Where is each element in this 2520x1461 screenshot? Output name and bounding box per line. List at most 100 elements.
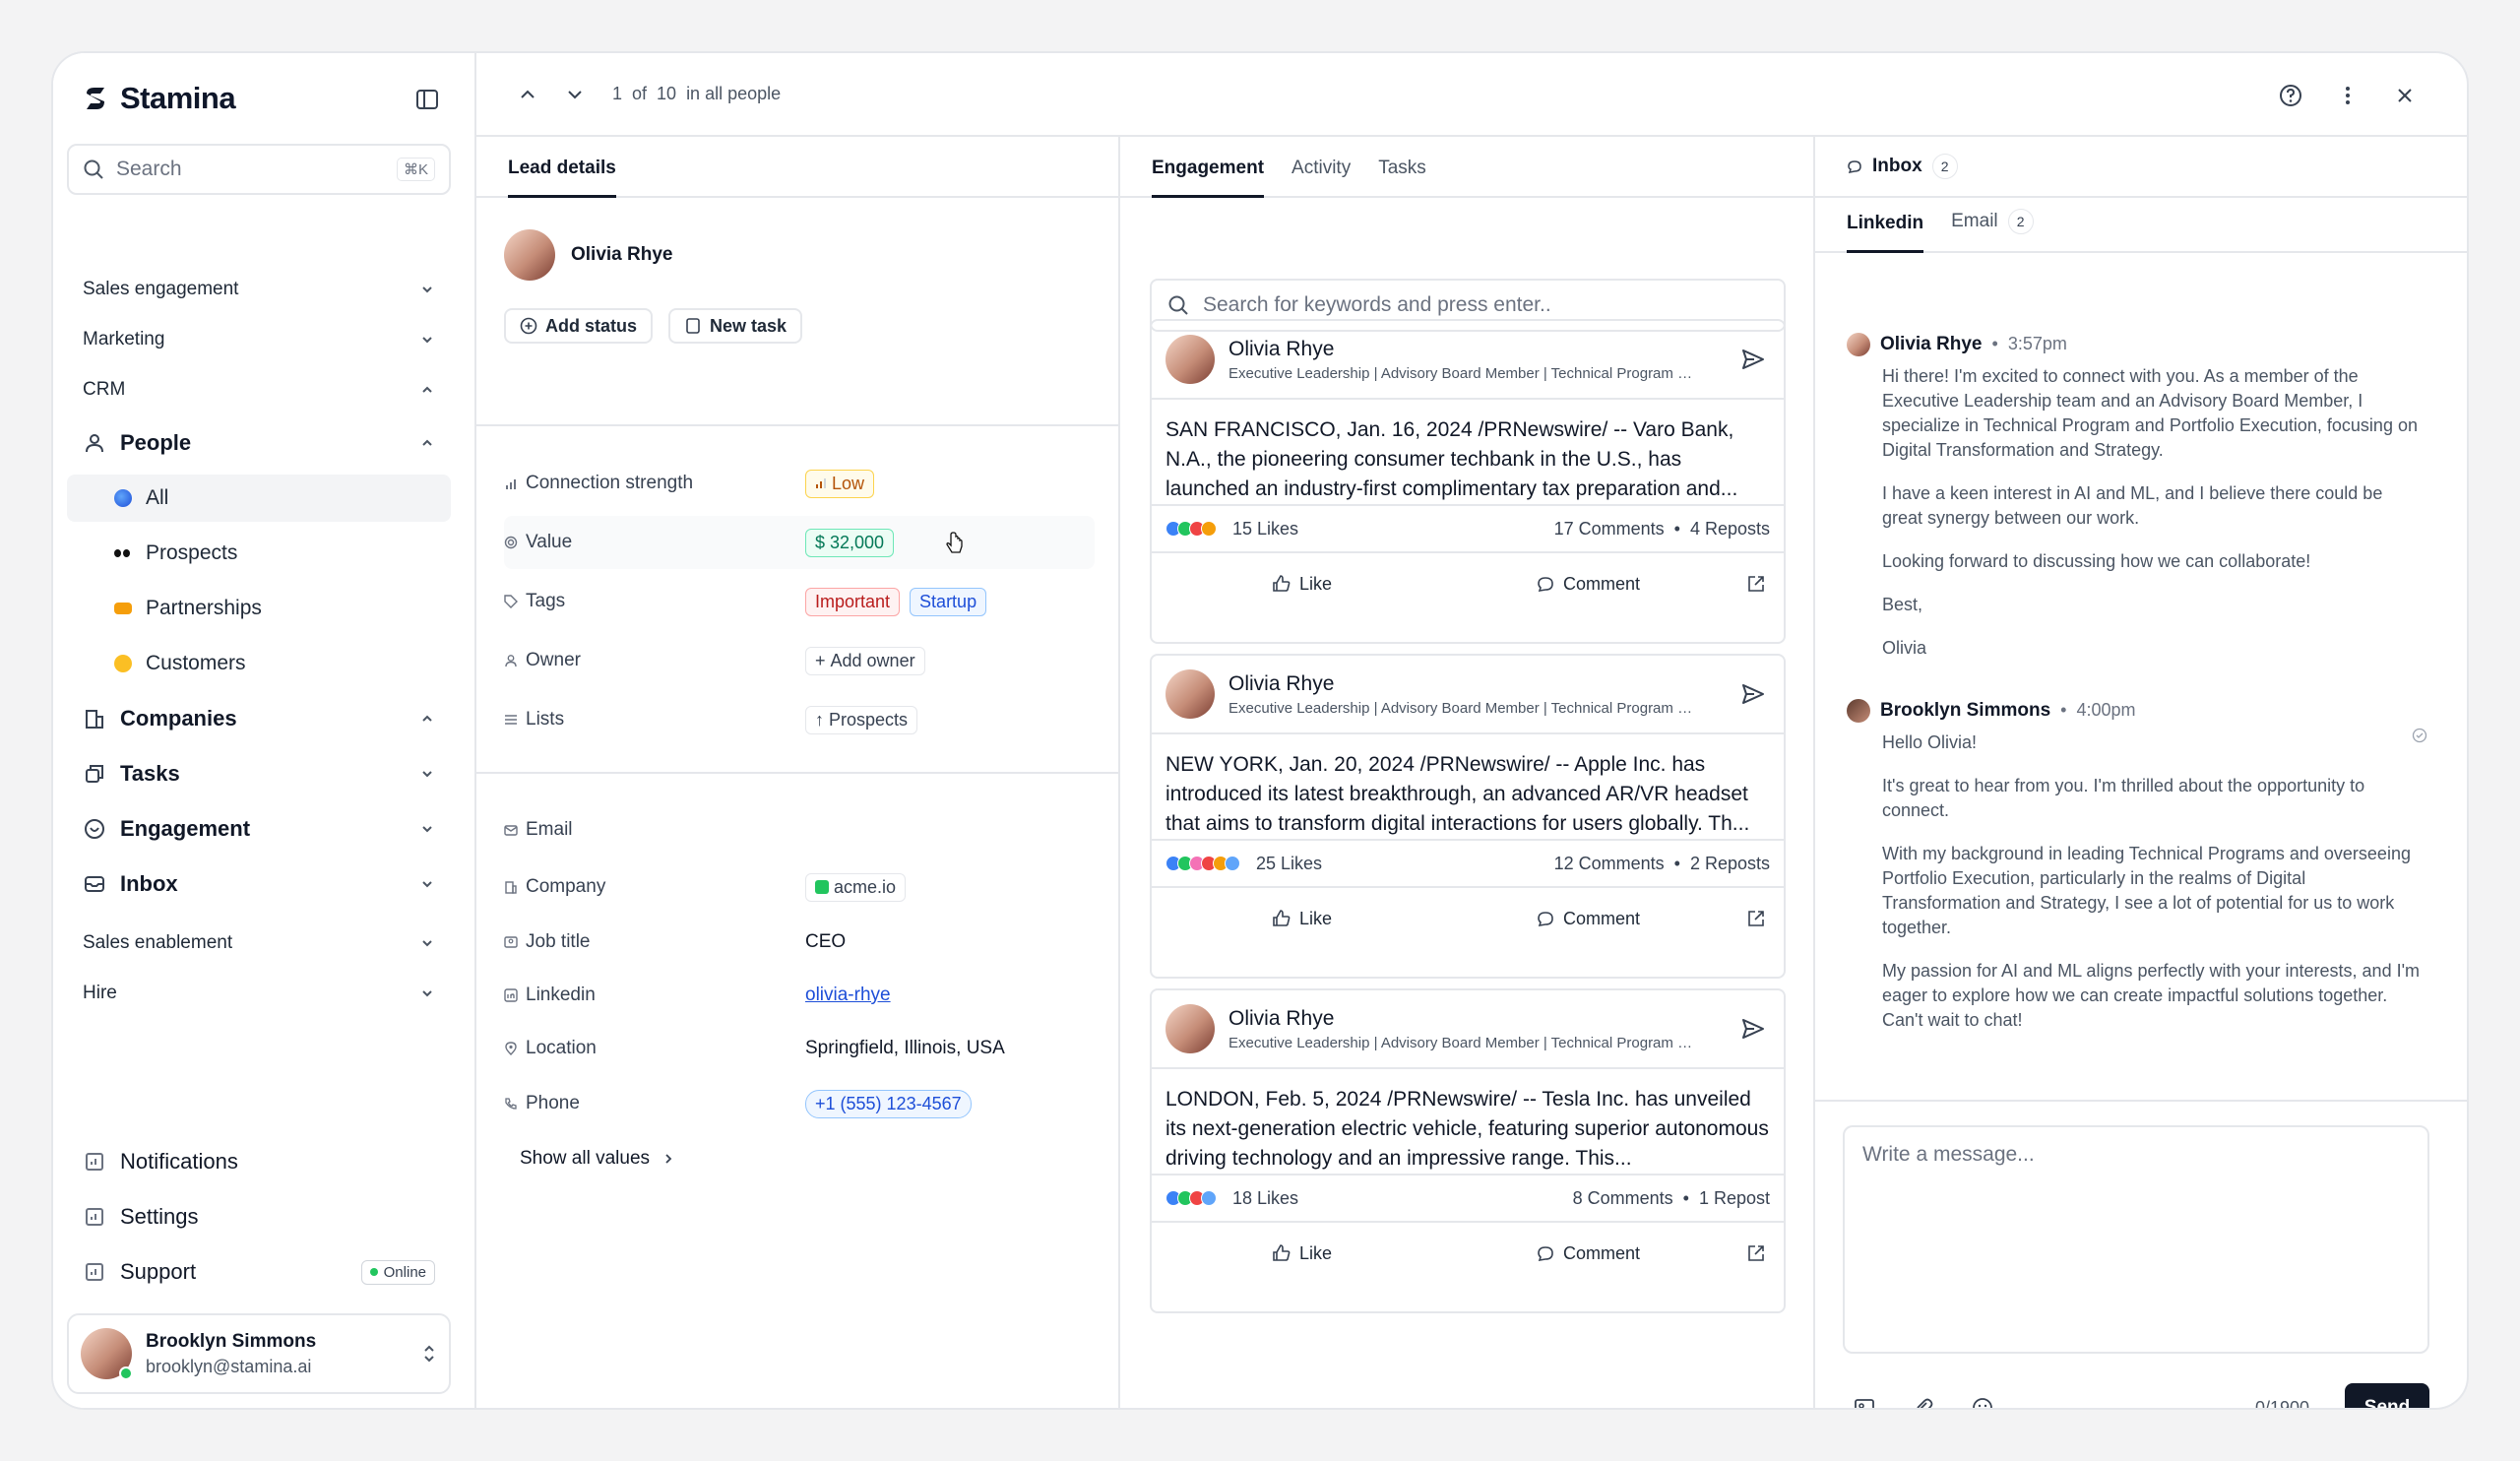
image-icon[interactable]: [1853, 1396, 1876, 1410]
field-value[interactable]: $ 32,000: [805, 528, 895, 557]
tab-tasks[interactable]: Tasks: [1378, 158, 1426, 198]
chevron-down-icon: [422, 990, 432, 997]
tab-activity[interactable]: Activity: [1292, 158, 1351, 198]
comment-button[interactable]: Comment: [1536, 1243, 1640, 1264]
sidebar-item-customers[interactable]: Customers: [67, 640, 451, 687]
sidebar-item-settings[interactable]: Settings: [67, 1193, 451, 1240]
sidebar-search[interactable]: Search ⌘K: [67, 144, 451, 195]
chevron-up-icon[interactable]: [518, 85, 537, 104]
like-button[interactable]: Like: [1272, 574, 1332, 595]
tab-engagement[interactable]: Engagement: [1152, 158, 1265, 198]
chevron-down-icon: [422, 826, 432, 833]
external-link-icon[interactable]: [1746, 1243, 1766, 1263]
comment-icon: [1538, 1246, 1553, 1262]
tab-linkedin[interactable]: Linkedin: [1847, 213, 1924, 253]
tag-icon: [504, 595, 518, 608]
comment-button[interactable]: Comment: [1536, 574, 1640, 595]
lead-actions: Add status New task: [504, 308, 803, 344]
external-link-icon[interactable]: [1746, 909, 1766, 928]
tab-label: Linkedin: [1847, 213, 1924, 233]
chevron-up-down-icon[interactable]: [421, 1342, 437, 1366]
sidebar-item-sales-engagement[interactable]: Sales engagement: [67, 266, 451, 313]
post-reposts[interactable]: 4 Reposts: [1690, 519, 1770, 540]
sidebar-item-crm[interactable]: CRM: [67, 366, 451, 413]
field-label-text: Linkedin: [526, 985, 596, 1005]
post-comments[interactable]: 17 Comments: [1554, 519, 1665, 540]
post-header: Olivia Rhye Executive Leadership | Advis…: [1152, 656, 1784, 734]
app-name: Stamina: [120, 81, 236, 115]
message-brooklyn: Brooklyn Simmons • 4:00pm Hello Olivia! It…: [1847, 698, 2427, 1051]
like-button[interactable]: Like: [1272, 909, 1332, 929]
post-reposts[interactable]: 2 Reposts: [1690, 854, 1770, 874]
field-value[interactable]: Low: [805, 469, 875, 498]
company-logo-icon: [815, 880, 829, 894]
linkedin-link[interactable]: olivia-rhye: [805, 985, 891, 1006]
post-likes[interactable]: 18 Likes: [1232, 1188, 1298, 1209]
send-icon[interactable]: [1740, 1016, 1766, 1042]
job-title-value: CEO: [805, 931, 847, 952]
id-card-icon: [504, 936, 518, 948]
sidebar-item-tasks[interactable]: Tasks: [67, 750, 451, 797]
help-icon[interactable]: [2278, 83, 2303, 108]
post-body: SAN FRANCISCO, Jan. 16, 2024 /PRNewswire…: [1152, 400, 1784, 506]
emoji-icon[interactable]: [1971, 1396, 1994, 1410]
sidebar-item-engagement[interactable]: Engagement: [67, 805, 451, 853]
company-badge-label: acme.io: [834, 876, 897, 897]
sidebar-item-people[interactable]: People: [67, 419, 451, 467]
like-button[interactable]: Like: [1272, 1243, 1332, 1264]
inbox-icon: [85, 876, 104, 892]
add-status-button[interactable]: Add status: [504, 308, 654, 344]
show-all-values-button[interactable]: Show all values: [520, 1132, 1110, 1185]
value-badge[interactable]: $ 32,000: [805, 528, 895, 557]
close-icon[interactable]: [2392, 83, 2418, 108]
sidebar-item-companies[interactable]: Companies: [67, 695, 451, 742]
sidebar-collapse-icon[interactable]: [413, 86, 441, 113]
more-vertical-icon[interactable]: [2335, 83, 2361, 108]
list-badge[interactable]: ↑ Prospects: [805, 705, 918, 734]
send-button[interactable]: Send: [2345, 1383, 2429, 1408]
message-paragraph: With my background in leading Technical …: [1882, 844, 2411, 937]
search-placeholder: Search: [116, 158, 182, 180]
tag-badge[interactable]: Startup: [910, 587, 987, 616]
post-reposts[interactable]: 1 Repost: [1699, 1188, 1770, 1209]
message-paragraph: My passion for AI and ML aligns perfectl…: [1882, 961, 2421, 1030]
status-badge: Online: [360, 1259, 435, 1285]
sidebar-item-all[interactable]: All: [67, 475, 451, 522]
tab-lead-details[interactable]: Lead details: [508, 158, 616, 198]
comment-button[interactable]: Comment: [1536, 909, 1640, 929]
external-link-icon[interactable]: [1746, 574, 1766, 594]
new-task-button[interactable]: New task: [668, 308, 803, 344]
sidebar-item-notifications[interactable]: Notifications: [67, 1138, 451, 1185]
sidebar-item-partnerships[interactable]: Partnerships: [67, 585, 451, 632]
post-comments[interactable]: 12 Comments: [1554, 854, 1665, 874]
user-icon: [505, 655, 517, 667]
sidebar-item-inbox[interactable]: Inbox: [67, 860, 451, 908]
send-icon[interactable]: [1740, 347, 1766, 372]
phone-badge[interactable]: +1 (555) 123-4567: [805, 1089, 972, 1118]
tasks-icon: [86, 765, 103, 783]
sidebar-item-prospects[interactable]: Prospects: [67, 530, 451, 577]
sidebar-item-sales-enablement[interactable]: Sales enablement: [67, 920, 451, 967]
sidebar-item-support[interactable]: Support Online: [67, 1248, 451, 1296]
add-owner-button[interactable]: + Add owner: [805, 646, 925, 675]
post-comments[interactable]: 8 Comments: [1573, 1188, 1673, 1209]
user-card[interactable]: Brooklyn Simmons brooklyn@stamina.ai: [67, 1313, 451, 1394]
app-logo[interactable]: Stamina: [81, 81, 236, 116]
sidebar-item-label: Sales engagement: [83, 279, 239, 299]
sidebar-item-label: Prospects: [146, 541, 238, 564]
company-badge[interactable]: acme.io: [805, 872, 907, 902]
chart-icon: [86, 1208, 103, 1226]
connection-strength-badge[interactable]: Low: [805, 469, 875, 498]
chevron-down-icon[interactable]: [565, 85, 585, 104]
post-likes[interactable]: 15 Likes: [1232, 519, 1298, 540]
message-composer[interactable]: Write a message...: [1843, 1125, 2429, 1354]
tag-badge[interactable]: Important: [805, 587, 901, 616]
phone-icon: [505, 1098, 517, 1110]
post-likes[interactable]: 25 Likes: [1256, 854, 1322, 874]
send-icon[interactable]: [1740, 681, 1766, 707]
paperclip-icon[interactable]: [1912, 1396, 1935, 1410]
sidebar-item-hire[interactable]: Hire: [67, 970, 451, 1017]
post-body: LONDON, Feb. 5, 2024 /PRNewswire/ -- Tes…: [1152, 1069, 1784, 1175]
sidebar-item-marketing[interactable]: Marketing: [67, 316, 451, 363]
tab-email[interactable]: Email 2: [1951, 209, 2034, 253]
